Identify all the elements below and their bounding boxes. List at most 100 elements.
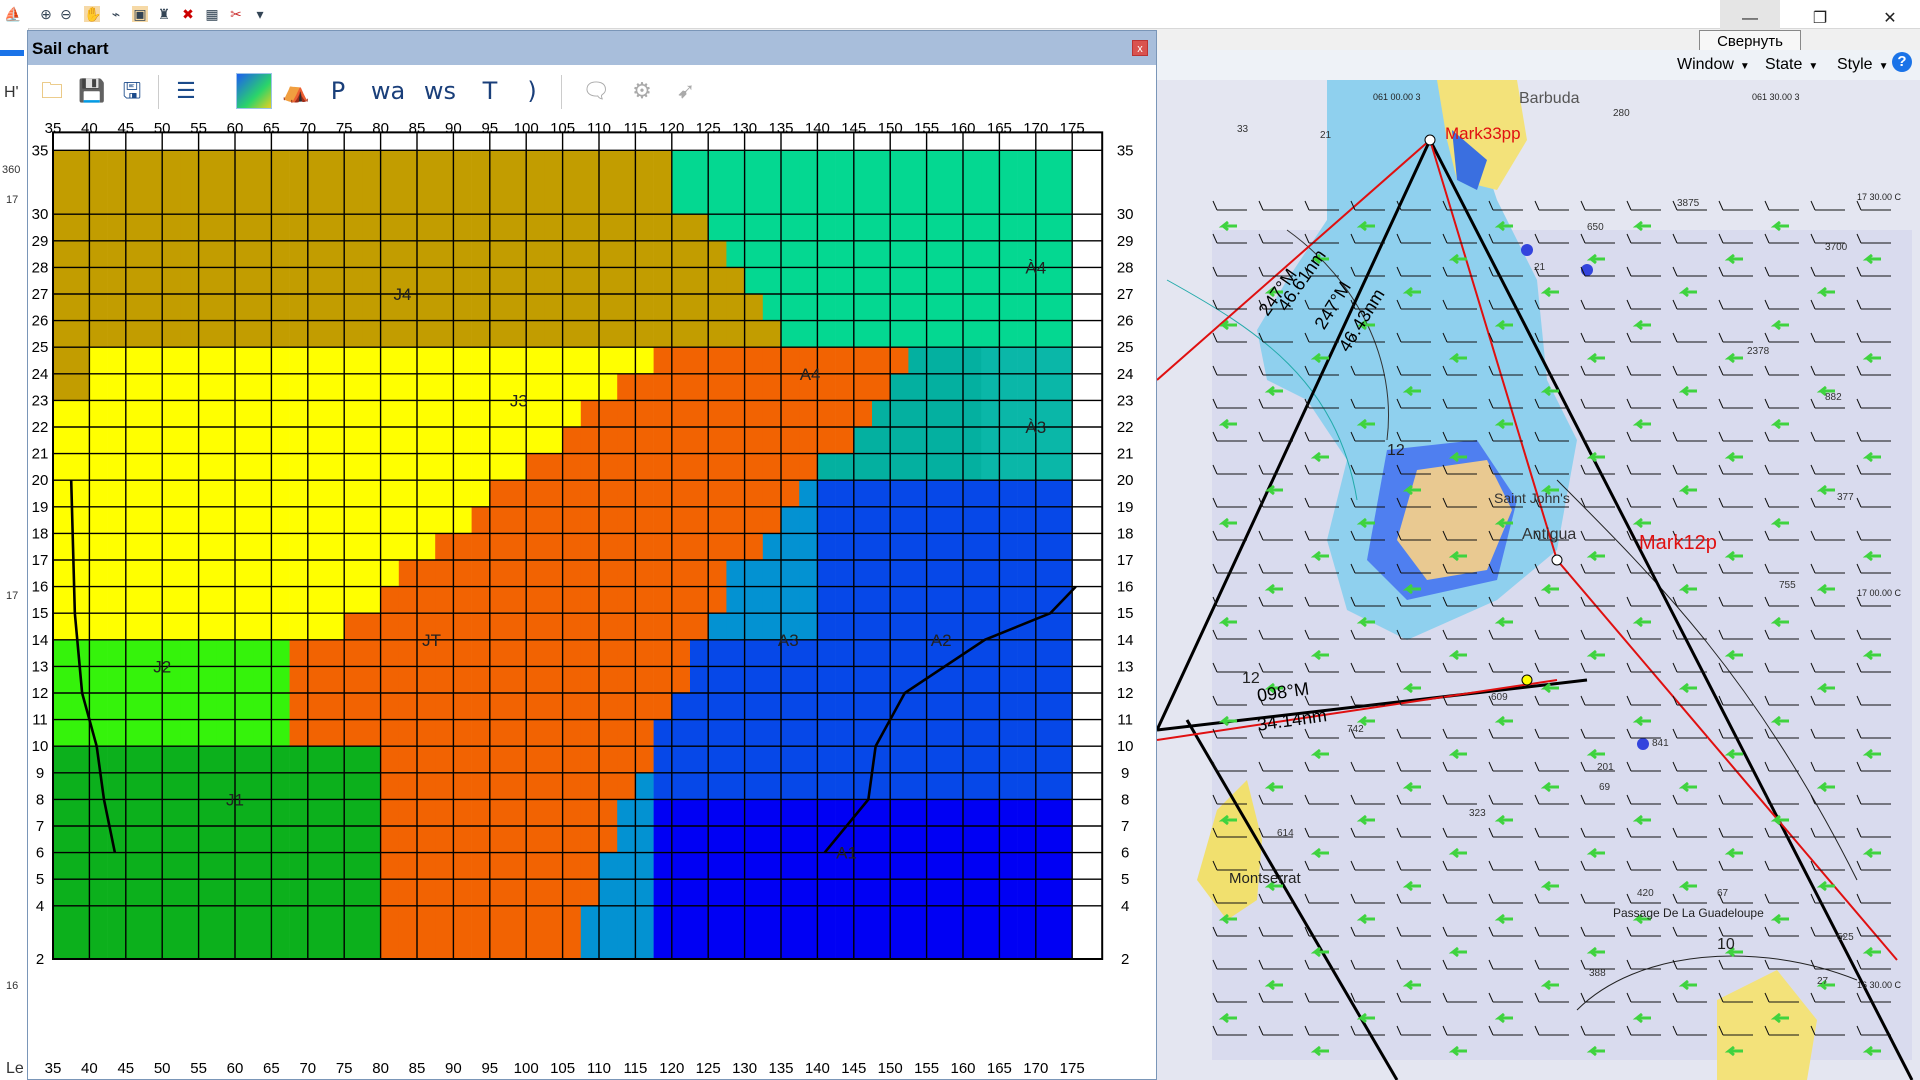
sail-cell-J3 [562,347,582,375]
sail-cell-J1 [344,799,363,827]
open-folder-icon[interactable]: 🗀 [34,73,70,109]
sail-cell-JT [671,533,691,561]
save-icon[interactable]: 💾 [74,73,110,109]
sail-cell-JT [599,826,618,853]
sail-cell-A1 [708,852,727,880]
more-icon[interactable]: ▾ [252,6,268,22]
wind-barb [1672,365,1707,376]
tool-curve[interactable]: ) [514,73,550,109]
wind-barb [1350,497,1385,508]
sail-cell-A2 [653,719,673,747]
gear-icon[interactable]: ⚙ [624,73,660,109]
sail-cell-J3 [289,613,309,641]
boat-icon[interactable]: ♜ [156,6,172,22]
menu-state[interactable]: State ▼ [1765,56,1818,74]
sail-cell-A1 [908,905,927,960]
sail-chart-titlebar[interactable]: Sail chart x [28,31,1156,65]
sail-cell-J3 [144,453,163,481]
menu-style[interactable]: Style ▼ [1837,56,1888,74]
sail-cell-J4 [307,214,327,242]
close-button[interactable]: ✕ [1860,0,1920,38]
sail-cell-J1 [235,826,254,853]
sail-icon[interactable]: ⛵ [4,6,21,22]
tool-p[interactable]: P [320,73,356,109]
hand-icon[interactable]: ✋ [84,6,101,22]
sail-cell-JT [526,799,545,827]
sail-cell-J4 [125,267,145,295]
window-icon[interactable]: ▣ [132,6,148,22]
sail-cell-À3 [1017,453,1037,481]
depth-label: 323 [1469,808,1486,819]
wind-barb [1258,959,1293,970]
save-as-icon[interactable]: 🖫 [114,73,150,109]
sail-cell-J3 [526,400,545,428]
wind-barb [1672,497,1707,508]
sail-cell-A1 [799,852,818,880]
sail-cell-J3 [253,533,272,561]
close-icon[interactable]: x [1132,40,1148,56]
list-icon[interactable]: ☰ [168,73,204,109]
sail-cell-A2 [908,560,927,587]
wind-barb [1442,695,1477,706]
sail-cell-J3 [216,533,236,561]
current-arrow [1310,550,1329,562]
sail-cell-A1 [726,799,745,827]
sail-cell-J3 [289,560,309,587]
sail-cell-A1 [708,879,727,907]
tools-icon[interactable]: ✂ [228,6,244,22]
waypoint-label[interactable]: Mark33pp [1445,124,1521,144]
comment-icon[interactable]: 🗨 [578,73,614,109]
wind-barb [1856,596,1891,607]
sail-cell-A2 [1017,480,1037,508]
sail-cell-JT [635,400,654,428]
table-icon[interactable]: ▦ [204,6,220,22]
sail-cell-A2 [872,613,891,641]
sail-cell-J4 [544,294,563,321]
sail-cell-J3 [471,427,491,454]
wind-barb [1580,827,1615,838]
sail-cell-JT [526,826,545,853]
zoom-out-icon[interactable]: ⊖ [58,6,74,22]
sail-cell-A1 [963,826,982,853]
tool-ws[interactable]: ws [420,73,460,109]
wind-barb [1350,761,1385,772]
sail-cell-A1 [872,852,891,880]
coord-label: 061 30.00 3 [1752,92,1800,102]
menu-window[interactable]: Window ▼ [1677,56,1750,74]
wind-barb [1258,992,1293,1003]
sail-cell-J4 [471,150,491,215]
sail-cell-JT [762,427,782,454]
sail-cell-J4 [71,294,90,321]
current-arrow [1632,715,1651,727]
sail-cell-A2 [981,719,1000,747]
sail-cell-JT [489,772,509,800]
sail-cell-J3 [89,373,108,401]
close-x-icon[interactable]: ✖ [180,6,196,22]
sail-cell-J4 [162,320,181,348]
depth-label: 67 [1717,888,1729,899]
panel-tab[interactable] [0,50,24,56]
question-icon[interactable]: ? [1892,52,1912,72]
nautical-chart-map[interactable]: Barbuda Mark33pp Mark12p Saint John's An… [1157,80,1920,1080]
sail-cell-J4 [599,320,618,348]
waypoint-label[interactable]: Mark12p [1639,532,1717,555]
color-map-icon[interactable] [236,73,272,109]
sail-chart-plot[interactable]: 3535404045455050555560606565707075758080… [28,119,1156,1079]
sail-cell-JT [526,453,545,481]
current-arrow [1770,220,1789,232]
sail-tent-icon[interactable]: ⛺ [278,73,314,109]
wind-barb [1764,530,1799,541]
pointer-icon[interactable]: ➹ [668,73,704,109]
sail-cell-JT [635,746,654,774]
sail-cell-À4 [890,150,909,215]
sail-cell-À4 [835,267,855,295]
zoom-in-icon[interactable]: ⊕ [38,6,54,22]
sail-cell-J2 [253,666,272,694]
tool-wa[interactable]: wa [366,73,410,109]
route-icon[interactable]: ⌁ [108,6,124,22]
sail-cell-JT [380,613,400,641]
y-tick-label: 12 [1117,685,1134,702]
sail-cell-J1 [125,879,145,907]
sail-cell-J2 [162,693,181,720]
tool-t[interactable]: T [472,73,508,109]
